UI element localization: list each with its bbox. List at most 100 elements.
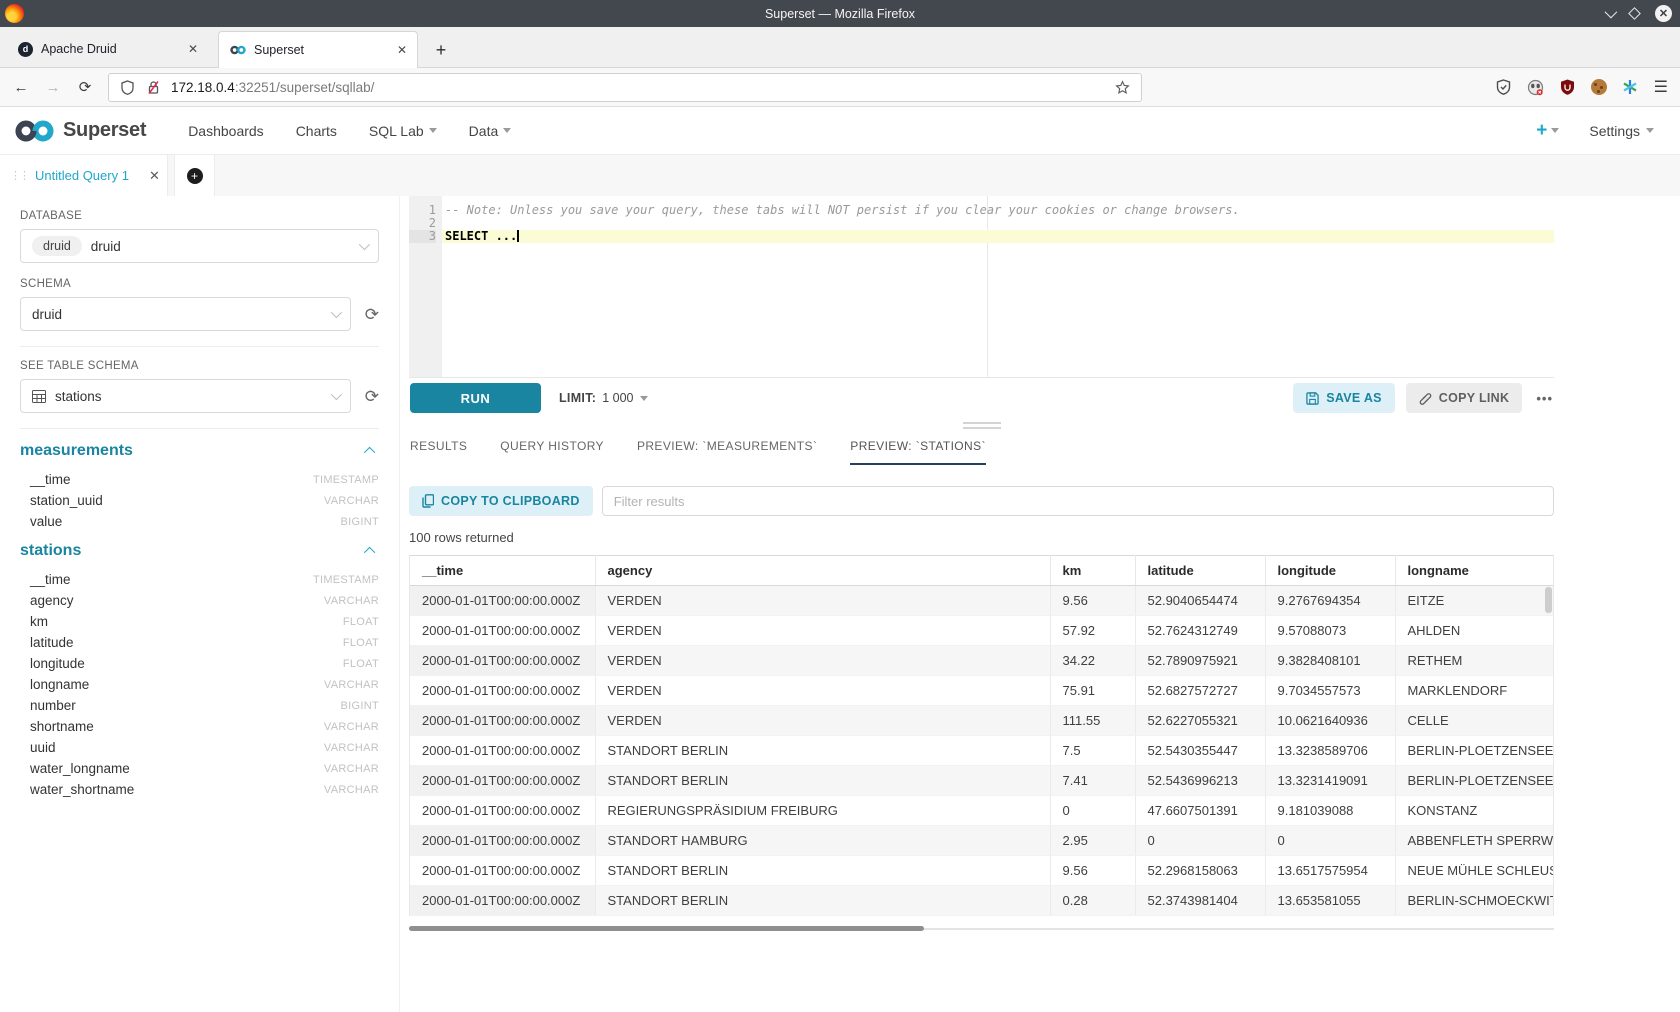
pane-resize-handle[interactable] [409,418,1554,433]
colorful-asterisk-extension-icon[interactable] [1622,79,1639,96]
table-cell: 9.7034557573 [1265,676,1395,706]
chevron-up-icon[interactable] [364,547,375,558]
new-item-button[interactable]: + [1536,120,1559,142]
horizontal-scrollbar[interactable] [409,926,1554,932]
schema-select[interactable]: druid [20,297,351,331]
nav-item-charts[interactable]: Charts [296,123,337,139]
column-type: VARCHAR [324,742,379,754]
table-row[interactable]: 2000-01-01T00:00:00.000ZSTANDORT HAMBURG… [410,826,1554,856]
column-name: longname [30,677,89,692]
sql-editor[interactable]: 1 2 3 -- Note: Unless you save your quer… [409,196,1554,377]
insecure-lock-icon[interactable] [145,79,162,96]
nav-item-data[interactable]: Data [469,123,512,139]
query-tab-close-icon[interactable]: ✕ [149,168,160,184]
copy-link-button[interactable]: COPY LINK [1406,383,1523,413]
sqllab-sidebar: DATABASE druid druid SCHEMA druid ⟳ [0,196,400,1012]
column-header-longname[interactable]: longname [1395,556,1554,586]
column-name: uuid [30,740,56,755]
reload-icon[interactable]: ⟳ [76,78,94,96]
column-header-longitude[interactable]: longitude [1265,556,1395,586]
browser-tab-apache-druid[interactable]: d Apache Druid ✕ [8,31,208,67]
table-cell: 2000-01-01T00:00:00.000Z [410,736,595,766]
browser-tab-superset[interactable]: Superset ✕ [218,31,418,68]
tab-close-icon[interactable]: ✕ [397,43,407,57]
column-name: water_longname [30,761,130,776]
superset-brand[interactable]: Superset [14,119,146,142]
table-row[interactable]: 2000-01-01T00:00:00.000ZVERDEN75.9152.68… [410,676,1554,706]
column-header-time[interactable]: __time [410,556,595,586]
run-button[interactable]: RUN [410,383,541,413]
schema-table-header[interactable]: measurements [20,442,379,460]
table-cell: 52.2968158063 [1135,856,1265,886]
column-name: water_shortname [30,782,134,797]
table-row[interactable]: 2000-01-01T00:00:00.000ZSTANDORT BERLIN7… [410,766,1554,796]
table-row[interactable]: 2000-01-01T00:00:00.000ZVERDEN57.9252.76… [410,616,1554,646]
tab-close-icon[interactable]: ✕ [188,42,198,56]
table-row[interactable]: 2000-01-01T00:00:00.000ZSTANDORT BERLIN9… [410,856,1554,886]
url-bar[interactable]: 172.18.0.4:32251/superset/sqllab/ [108,73,1142,102]
table-row[interactable]: 2000-01-01T00:00:00.000ZVERDEN111.5552.6… [410,706,1554,736]
save-as-button[interactable]: SAVE AS [1293,383,1395,413]
vertical-scrollbar-thumb[interactable] [1545,587,1552,613]
schema-table-header[interactable]: stations [20,542,379,560]
ublock-origin-icon[interactable] [1559,79,1576,96]
add-query-tab-button[interactable]: + [174,155,215,196]
table-row[interactable]: 2000-01-01T00:00:00.000ZSTANDORT BERLIN7… [410,736,1554,766]
chevron-up-icon[interactable] [364,447,375,458]
results-table: __timeagencykmlatitudelongitudelongname … [410,555,1554,916]
tracking-shield-icon[interactable] [119,79,136,96]
table-row[interactable]: 2000-01-01T00:00:00.000ZVERDEN34.2252.78… [410,646,1554,676]
schema-table-name[interactable]: measurements [20,442,133,460]
mask-extension-icon[interactable] [1527,79,1544,96]
table-cell: STANDORT HAMBURG [595,826,1050,856]
shield-check-extension-icon[interactable] [1495,79,1512,96]
back-icon[interactable]: ← [12,79,30,96]
refresh-schemas-icon[interactable]: ⟳ [365,306,379,323]
chevron-down-icon [359,239,370,250]
scrollbar-thumb[interactable] [409,926,924,931]
drag-grip-icon[interactable]: ⋮⋮ [10,169,28,182]
table-cell: 52.3743981404 [1135,886,1265,916]
table-select[interactable]: stations [20,379,351,413]
editor-content[interactable]: -- Note: Unless you save your query, the… [442,196,1554,377]
table-cell: STANDORT BERLIN [595,856,1050,886]
filter-results-input[interactable] [602,486,1554,516]
table-cell: 2000-01-01T00:00:00.000Z [410,886,595,916]
browser-tab-title: Apache Druid [41,42,180,56]
column-name: longitude [30,656,85,671]
settings-menu[interactable]: Settings [1589,123,1654,139]
column-header-latitude[interactable]: latitude [1135,556,1265,586]
table-cell: KONSTANZ [1395,796,1554,826]
tab-results[interactable]: RESULTS [410,439,467,465]
close-icon[interactable]: ✕ [1655,5,1672,22]
minimize-icon[interactable] [1605,6,1618,19]
column-type: VARCHAR [324,763,379,775]
column-header-agency[interactable]: agency [595,556,1050,586]
copy-to-clipboard-button[interactable]: COPY TO CLIPBOARD [409,486,593,516]
column-name: __time [30,472,71,487]
table-cell: VERDEN [595,586,1050,616]
bookmark-star-icon[interactable] [1114,79,1131,96]
database-select[interactable]: druid druid [20,229,379,263]
table-row[interactable]: 2000-01-01T00:00:00.000ZSTANDORT BERLIN0… [410,886,1554,916]
maximize-icon[interactable] [1628,7,1641,20]
menu-icon[interactable]: ☰ [1654,77,1668,97]
nav-item-sql-lab[interactable]: SQL Lab [369,123,437,139]
tab-preview-stations[interactable]: PREVIEW: `STATIONS` [850,439,986,465]
tab-query-history[interactable]: QUERY HISTORY [500,439,604,465]
more-actions-button[interactable]: ••• [1536,391,1553,406]
table-row[interactable]: 2000-01-01T00:00:00.000ZREGIERUNGSPRÄSID… [410,796,1554,826]
browser-tab-title: Superset [254,43,389,57]
column-header-km[interactable]: km [1050,556,1135,586]
forward-icon[interactable]: → [44,79,62,96]
limit-dropdown[interactable]: LIMIT: 1 000 [559,391,648,405]
refresh-tables-icon[interactable]: ⟳ [365,388,379,405]
new-tab-button[interactable]: + [426,35,456,65]
schema-table-name[interactable]: stations [20,542,81,560]
query-tab-untitled-1[interactable]: ⋮⋮ Untitled Query 1 ✕ [0,155,168,196]
table-row[interactable]: 2000-01-01T00:00:00.000ZVERDEN9.5652.904… [410,586,1554,616]
nav-item-dashboards[interactable]: Dashboards [188,123,264,139]
cookie-extension-icon[interactable] [1591,79,1607,95]
column-type: VARCHAR [324,784,379,796]
tab-preview-measurements[interactable]: PREVIEW: `MEASUREMENTS` [637,439,817,465]
